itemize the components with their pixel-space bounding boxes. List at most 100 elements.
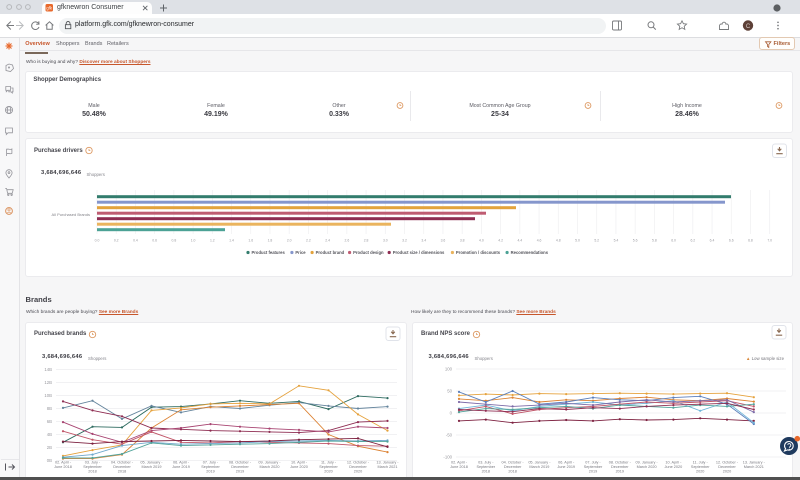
svg-text:07. July -: 07. July - bbox=[585, 461, 601, 465]
svg-text:3.6: 3.6 bbox=[441, 239, 446, 243]
svg-text:Promotion / discounts: Promotion / discounts bbox=[456, 250, 501, 255]
svg-text:2019: 2019 bbox=[206, 470, 214, 474]
svg-text:2018: 2018 bbox=[508, 470, 516, 474]
svg-text:6.2: 6.2 bbox=[690, 239, 695, 243]
svg-text:7.0: 7.0 bbox=[767, 239, 772, 243]
svg-text:2020: 2020 bbox=[354, 470, 362, 474]
svg-text:December: December bbox=[231, 465, 249, 469]
svg-text:2.6: 2.6 bbox=[345, 239, 350, 243]
svg-text:10. April -: 10. April - bbox=[291, 461, 308, 465]
svg-text:0.6: 0.6 bbox=[152, 239, 157, 243]
svg-text:6.8: 6.8 bbox=[748, 239, 753, 243]
svg-text:Product features: Product features bbox=[252, 250, 286, 255]
svg-text:2019: 2019 bbox=[236, 470, 244, 474]
svg-text:4.8: 4.8 bbox=[556, 239, 561, 243]
svg-text:-50: -50 bbox=[446, 433, 453, 438]
svg-text:2019: 2019 bbox=[616, 470, 624, 474]
svg-text:2020: 2020 bbox=[696, 470, 704, 474]
svg-text:4.6: 4.6 bbox=[537, 239, 542, 243]
svg-text:2.0: 2.0 bbox=[287, 239, 292, 243]
svg-text:11. July -: 11. July - bbox=[693, 461, 709, 465]
svg-text:March 2019: March 2019 bbox=[141, 465, 161, 469]
svg-text:0: 0 bbox=[450, 411, 453, 416]
svg-text:March 2020: March 2020 bbox=[259, 465, 279, 469]
svg-text:4B: 4B bbox=[47, 432, 52, 437]
svg-text:5.4: 5.4 bbox=[614, 239, 619, 243]
svg-text:12. October -: 12. October - bbox=[347, 461, 370, 465]
svg-text:2018: 2018 bbox=[88, 470, 96, 474]
svg-text:2020: 2020 bbox=[723, 470, 731, 474]
svg-text:5.0: 5.0 bbox=[575, 239, 580, 243]
svg-text:Product brand: Product brand bbox=[316, 250, 345, 255]
svg-text:2020: 2020 bbox=[324, 470, 332, 474]
svg-text:September: September bbox=[319, 465, 338, 469]
svg-text:September: September bbox=[477, 465, 496, 469]
svg-text:4.4: 4.4 bbox=[517, 239, 522, 243]
svg-text:June 2019: June 2019 bbox=[172, 465, 190, 469]
svg-text:4.2: 4.2 bbox=[498, 239, 503, 243]
svg-text:All Purchased Brands: All Purchased Brands bbox=[52, 212, 90, 217]
svg-text:Product size / dimensions: Product size / dimensions bbox=[393, 250, 445, 255]
svg-text:0B: 0B bbox=[47, 458, 52, 463]
svg-text:September: September bbox=[691, 465, 710, 469]
svg-text:2018: 2018 bbox=[482, 470, 490, 474]
svg-text:December: December bbox=[504, 465, 522, 469]
svg-text:100: 100 bbox=[445, 367, 453, 372]
svg-text:December: December bbox=[718, 465, 736, 469]
svg-text:September: September bbox=[584, 465, 603, 469]
svg-text:0.0: 0.0 bbox=[95, 239, 100, 243]
svg-text:December: December bbox=[349, 465, 367, 469]
svg-text:05. January -: 05. January - bbox=[140, 461, 163, 465]
svg-text:6B: 6B bbox=[47, 419, 52, 424]
svg-text:3.4: 3.4 bbox=[421, 239, 426, 243]
svg-text:2.2: 2.2 bbox=[306, 239, 311, 243]
svg-text:2B: 2B bbox=[47, 445, 52, 450]
svg-text:09. January -: 09. January - bbox=[636, 461, 659, 465]
svg-text:December: December bbox=[113, 465, 131, 469]
svg-text:1.0: 1.0 bbox=[191, 239, 196, 243]
svg-text:4.0: 4.0 bbox=[479, 239, 484, 243]
svg-text:8B: 8B bbox=[47, 406, 52, 411]
svg-text:June 2020: June 2020 bbox=[290, 465, 308, 469]
svg-text:6.6: 6.6 bbox=[729, 239, 734, 243]
svg-text:06. April -: 06. April - bbox=[558, 461, 575, 465]
svg-text:13. January -: 13. January - bbox=[376, 461, 399, 465]
svg-text:06. April -: 06. April - bbox=[173, 461, 190, 465]
svg-text:50: 50 bbox=[447, 389, 452, 394]
svg-text:0.2: 0.2 bbox=[114, 239, 119, 243]
svg-text:December: December bbox=[611, 465, 629, 469]
svg-text:3.0: 3.0 bbox=[383, 239, 388, 243]
svg-text:0.4: 0.4 bbox=[133, 239, 138, 243]
svg-text:-100: -100 bbox=[443, 455, 452, 460]
svg-text:07. July -: 07. July - bbox=[203, 461, 219, 465]
svg-text:14B: 14B bbox=[44, 367, 52, 372]
svg-text:09. January -: 09. January - bbox=[258, 461, 281, 465]
svg-text:June 2020: June 2020 bbox=[665, 465, 683, 469]
svg-text:3.8: 3.8 bbox=[460, 239, 465, 243]
svg-text:June 2018: June 2018 bbox=[450, 465, 468, 469]
svg-text:02. April -: 02. April - bbox=[55, 461, 72, 465]
svg-text:11. July -: 11. July - bbox=[321, 461, 337, 465]
svg-text:September: September bbox=[83, 465, 102, 469]
svg-text:04. October -: 04. October - bbox=[502, 461, 525, 465]
svg-text:September: September bbox=[201, 465, 220, 469]
svg-text:1.4: 1.4 bbox=[229, 239, 234, 243]
svg-text:08. October -: 08. October - bbox=[609, 461, 632, 465]
svg-text:03. July -: 03. July - bbox=[478, 461, 494, 465]
svg-text:Product design: Product design bbox=[353, 250, 384, 255]
svg-text:05. January -: 05. January - bbox=[528, 461, 551, 465]
svg-text:March 2021: March 2021 bbox=[744, 465, 764, 469]
svg-text:June 2018: June 2018 bbox=[54, 465, 72, 469]
svg-text:13. January -: 13. January - bbox=[743, 461, 766, 465]
svg-text:June 2019: June 2019 bbox=[557, 465, 575, 469]
svg-text:12B: 12B bbox=[44, 380, 52, 385]
svg-text:3.2: 3.2 bbox=[402, 239, 407, 243]
svg-text:6.4: 6.4 bbox=[710, 239, 715, 243]
svg-text:Price: Price bbox=[295, 250, 306, 255]
svg-text:Recommendations: Recommendations bbox=[511, 250, 549, 255]
svg-text:10B: 10B bbox=[44, 393, 52, 398]
svg-text:08. October -: 08. October - bbox=[229, 461, 252, 465]
svg-text:March 2020: March 2020 bbox=[637, 465, 657, 469]
svg-text:5.2: 5.2 bbox=[594, 239, 599, 243]
svg-text:March 2019: March 2019 bbox=[529, 465, 549, 469]
